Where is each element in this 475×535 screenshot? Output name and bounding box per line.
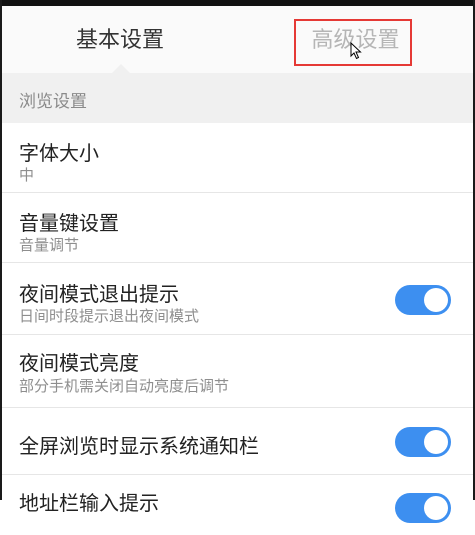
mouse-cursor-icon: [350, 42, 362, 60]
setting-title: 地址栏输入提示: [19, 491, 159, 515]
setting-subtitle: 中: [19, 166, 35, 184]
setting-title: 音量键设置: [19, 211, 119, 235]
tab-basic-settings[interactable]: 基本设置: [2, 6, 238, 73]
setting-title: 夜间模式亮度: [19, 351, 139, 375]
section-header-browse: 浏览设置: [2, 73, 473, 123]
night-exit-prompt-toggle[interactable]: [395, 285, 451, 315]
toggle-knob: [424, 288, 448, 312]
setting-subtitle: 音量调节: [19, 236, 80, 254]
setting-row-font-size[interactable]: 字体大小 中: [2, 123, 473, 193]
setting-subtitle: 部分手机需关闭自动亮度后调节: [19, 377, 230, 395]
setting-row-fullscreen-notification[interactable]: 全屏浏览时显示系统通知栏: [2, 408, 473, 475]
active-tab-indicator: [112, 64, 130, 73]
setting-title: 夜间模式退出提示: [19, 282, 179, 306]
setting-row-night-brightness[interactable]: 夜间模式亮度 部分手机需关闭自动亮度后调节: [2, 335, 473, 408]
section-title: 浏览设置: [19, 92, 87, 112]
setting-row-night-exit-prompt[interactable]: 夜间模式退出提示 日间时段提示退出夜间模式: [2, 263, 473, 335]
toggle-knob: [424, 430, 448, 454]
setting-row-volume-key[interactable]: 音量键设置 音量调节: [2, 193, 473, 263]
setting-subtitle: 日间时段提示退出夜间模式: [19, 307, 200, 325]
setting-title: 字体大小: [19, 141, 99, 165]
setting-row-address-bar-hint[interactable]: 地址栏输入提示: [2, 475, 473, 535]
address-bar-hint-toggle[interactable]: [395, 493, 451, 523]
fullscreen-notification-toggle[interactable]: [395, 427, 451, 457]
setting-title: 全屏浏览时显示系统通知栏: [19, 434, 259, 458]
